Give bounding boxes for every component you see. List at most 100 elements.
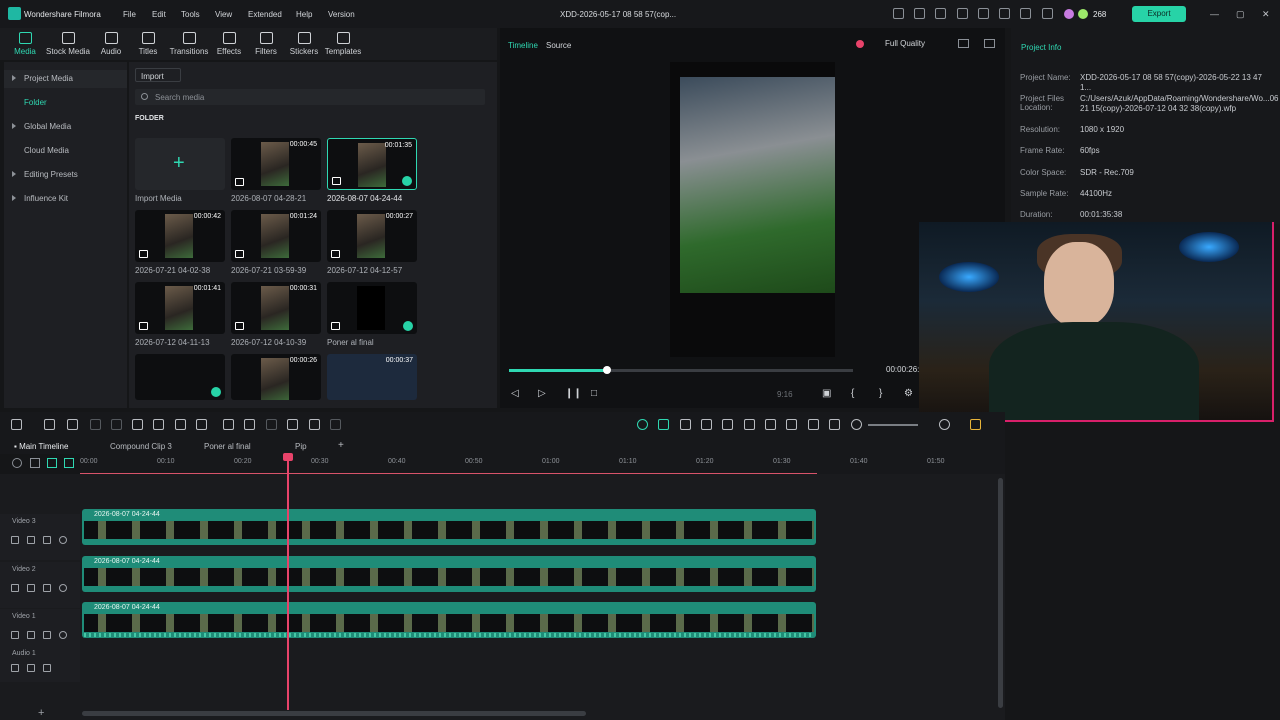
search-input[interactable]: Search media [135,89,485,105]
headset-icon[interactable] [1020,8,1031,19]
menu-version[interactable]: Version [328,10,355,19]
track-height-icon[interactable] [64,458,74,468]
zoom-out-icon[interactable] [851,419,862,430]
link-icon[interactable] [30,458,40,468]
split-icon[interactable] [132,419,143,430]
zoom-in-icon[interactable] [939,419,950,430]
layout-icon[interactable] [11,419,22,430]
tab-poner-al-final[interactable]: Poner al final [204,442,251,451]
media-thumb[interactable] [135,354,225,400]
select-icon[interactable] [44,419,55,430]
vertical-scrollbar[interactable] [998,478,1003,708]
progress-knob[interactable] [603,366,611,374]
ai-icon[interactable] [935,8,946,19]
speaker-icon[interactable] [27,631,35,639]
media-thumb[interactable]: 00:00:45 [231,138,321,190]
horizontal-scrollbar[interactable] [82,711,586,716]
aspect-ratio-select[interactable]: 9:16 [777,390,793,399]
previous-frame-icon[interactable]: ◁ [511,388,519,399]
mute-icon[interactable] [43,664,51,672]
grid-view-icon[interactable] [970,419,981,430]
sidebar-item-global-media[interactable]: Global Media [4,118,127,136]
credits-badge[interactable]: 268 [1064,7,1110,21]
grid-icon[interactable] [958,39,969,48]
keyframe-icon[interactable] [287,419,298,430]
sidebar-item-project-media[interactable]: Project Media [4,70,127,88]
brush-icon[interactable] [196,419,207,430]
minimize-icon[interactable]: — [1210,9,1219,19]
tab-stock-media[interactable]: Stock Media [45,28,91,60]
ripple-icon[interactable] [330,419,341,430]
menu-view[interactable]: View [215,10,232,19]
record-icon[interactable] [856,40,864,48]
quality-select[interactable]: Full Quality [885,39,925,48]
undo-icon[interactable] [67,419,78,430]
sidebar-item-influence-kit[interactable]: Influence Kit [4,190,127,208]
timeline-clip[interactable]: 2026-08-07 04-24-44 [82,556,816,592]
mark-in-icon[interactable]: { [851,388,854,399]
mix-icon[interactable] [701,419,712,430]
snapshot-icon[interactable] [984,39,995,48]
sidebar-item-cloud-media[interactable]: Cloud Media [4,142,127,160]
export-button[interactable]: Export [1132,6,1186,22]
ai-assistant-icon[interactable] [637,419,648,430]
playback-progress[interactable] [509,366,853,374]
tab-compound-clip[interactable]: Compound Clip 3 [110,442,172,451]
auto-icon[interactable] [722,419,733,430]
tab-titles[interactable]: Titles [125,28,171,60]
lock-icon[interactable] [11,584,19,592]
shield-icon[interactable] [744,419,755,430]
media-thumb[interactable]: 00:01:41 [135,282,225,334]
maximize-icon[interactable]: ▢ [1236,9,1245,20]
media-thumb-selected[interactable]: 00:01:35 [327,138,417,190]
mute-icon[interactable] [43,584,51,592]
delete-icon[interactable] [111,419,122,430]
import-button[interactable]: Import [135,68,181,82]
track-settings-icon[interactable] [12,458,22,468]
mark-out-icon[interactable]: } [879,388,882,399]
lock-icon[interactable] [11,536,19,544]
marker-icon[interactable]: ▣ [822,388,831,399]
menu-edit[interactable]: Edit [152,10,166,19]
mute-icon[interactable] [43,631,51,639]
tab-media[interactable]: Media [2,28,48,60]
snap-icon[interactable] [658,419,669,430]
gift-icon[interactable] [893,8,904,19]
tab-templates[interactable]: Templates [320,28,366,60]
menu-help[interactable]: Help [296,10,312,19]
fit-icon[interactable] [829,419,840,430]
timeline-clip[interactable]: 2026-08-07 04-24-44 [82,509,816,545]
speaker-icon[interactable] [27,584,35,592]
speaker-icon[interactable] [27,664,35,672]
menu-tools[interactable]: Tools [181,10,200,19]
cloud-icon[interactable] [999,8,1010,19]
tab-timeline-preview[interactable]: Timeline [508,41,538,50]
play-icon[interactable]: ▷ [538,388,546,399]
speaker-icon[interactable] [27,536,35,544]
media-thumb[interactable]: 00:00:42 [135,210,225,262]
close-icon[interactable]: ✕ [1262,9,1270,20]
sidebar-item-editing-presets[interactable]: Editing Presets [4,166,127,184]
text-icon[interactable] [153,419,164,430]
stop-icon[interactable]: □ [591,388,597,399]
picture-in-picture-icon[interactable] [808,419,819,430]
freeze-icon[interactable] [223,419,234,430]
sidebar-item-folder[interactable]: Folder [4,94,127,112]
eye-icon[interactable] [59,584,67,592]
apps-icon[interactable] [1042,8,1053,19]
microphone-icon[interactable] [765,419,776,430]
media-thumb[interactable]: 00:00:27 [327,210,417,262]
equalizer-icon[interactable] [786,419,797,430]
speed-icon[interactable] [244,419,255,430]
add-tab-icon[interactable]: + [338,440,344,451]
tab-source-preview[interactable]: Source [546,41,571,50]
media-thumb[interactable] [327,282,417,334]
playhead[interactable] [283,453,293,710]
media-thumb[interactable]: 00:00:26 [231,354,321,400]
tab-main-timeline[interactable]: ▪ Main Timeline [14,442,68,451]
magnet-icon[interactable] [47,458,57,468]
redo-icon[interactable] [90,419,101,430]
menu-file[interactable]: File [123,10,136,19]
import-media-tile[interactable]: + [135,138,225,190]
media-thumb[interactable]: 00:00:31 [231,282,321,334]
